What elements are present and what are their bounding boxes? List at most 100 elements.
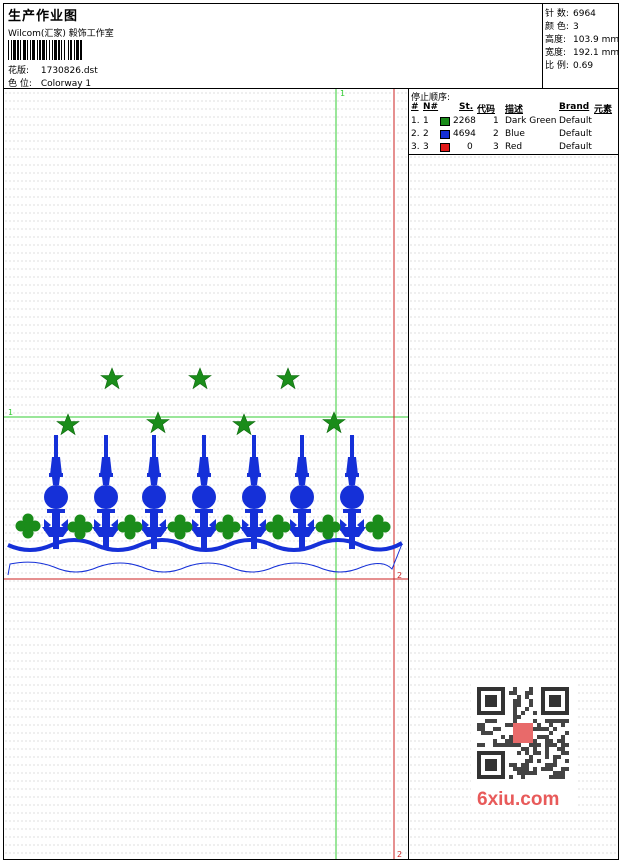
qr-module <box>561 739 565 743</box>
qr-module <box>537 751 541 755</box>
qr-module <box>493 727 497 731</box>
barcode-bar <box>74 40 75 60</box>
company-name: Wilcom(汇家) 毅饰工作室 <box>8 29 114 39</box>
row-num: 3. <box>411 142 420 152</box>
stat-colors-value: 3 <box>573 22 579 32</box>
qr-module <box>489 719 493 723</box>
qr-module <box>561 775 565 779</box>
row-code: 1 <box>493 116 499 126</box>
qr-module <box>545 763 549 767</box>
qr-module <box>509 763 513 767</box>
qr-module <box>505 739 509 743</box>
qr-module <box>513 703 517 707</box>
qr-module <box>561 771 565 775</box>
barcode-bar <box>70 40 72 60</box>
qr-module <box>545 727 549 731</box>
barcode-bar <box>13 40 16 60</box>
qr-finder <box>485 695 497 707</box>
qr-module <box>529 687 533 691</box>
qr-module <box>521 747 525 751</box>
pattern-row: 花版: 1730826.dst <box>8 63 98 76</box>
color-swatch <box>440 143 450 152</box>
qr-module <box>549 719 553 723</box>
qr-module <box>553 727 557 731</box>
qr-module <box>513 763 517 767</box>
table-row[interactable]: 1. 1 2268 1 Dark Green Default <box>409 116 618 129</box>
qr-module <box>557 747 561 751</box>
qr-module <box>541 735 545 739</box>
table-row[interactable]: 2. 2 4694 2 Blue Default <box>409 129 618 142</box>
qr-module <box>513 699 517 703</box>
qr-module <box>537 759 541 763</box>
color-swatch <box>440 117 450 126</box>
qr-module <box>557 719 561 723</box>
qr-module <box>493 719 497 723</box>
qr-module <box>533 711 537 715</box>
qr-module <box>549 775 553 779</box>
star-row <box>56 367 346 435</box>
qr-module <box>481 723 485 727</box>
qr-module <box>545 719 549 723</box>
qr-module <box>549 763 553 767</box>
qr-module <box>533 743 537 747</box>
header-needle: N# <box>423 102 439 112</box>
qr-module <box>489 731 493 735</box>
qr-module <box>525 767 529 771</box>
qr-module <box>537 743 541 747</box>
qr-module <box>565 731 569 735</box>
qr-module <box>517 751 521 755</box>
header-panel: 生产作业图 Wilcom(汇家) 毅饰工作室 花版: 1730826.dst 色… <box>3 3 619 89</box>
stat-height-value: 103.9 mm <box>573 35 620 45</box>
guide-label-right: 2 <box>397 571 402 580</box>
barcode-bar <box>58 40 60 60</box>
barcode-bar <box>17 40 19 60</box>
barcode-bar <box>42 40 45 60</box>
qr-module <box>513 715 517 719</box>
qr-module <box>529 759 533 763</box>
qr-module <box>525 763 529 767</box>
qr-module <box>533 751 537 755</box>
qr-module <box>533 739 537 743</box>
row-desc: Blue <box>505 129 525 139</box>
stat-width: 宽度: 192.1 mm <box>545 45 619 58</box>
barcode-bar <box>76 40 79 60</box>
qr-module <box>513 767 517 771</box>
row-needle: 3 <box>423 142 429 152</box>
stat-stitches-label: 针 数: <box>545 9 569 19</box>
qr-module <box>525 695 529 699</box>
barcode-bar <box>46 40 47 60</box>
pattern-value: 1730826.dst <box>40 66 98 76</box>
design-canvas[interactable]: 1 1 2 2 <box>3 88 409 860</box>
qr-module <box>517 767 521 771</box>
qr-module <box>549 723 553 727</box>
qr-module <box>561 743 565 747</box>
guide-label-top: 1 <box>340 89 345 98</box>
qr-module <box>493 743 497 747</box>
stat-scale-label: 比 例: <box>545 61 569 71</box>
table-row[interactable]: 3. 3 0 3 Red Default <box>409 142 618 155</box>
qr-module <box>525 759 529 763</box>
qr-module <box>509 723 513 727</box>
barcode-bar <box>64 40 65 60</box>
qr-module <box>557 739 561 743</box>
qr-module <box>521 767 525 771</box>
row-num: 2. <box>411 129 420 139</box>
stat-colors: 颜 色: 3 <box>545 19 579 32</box>
qr-module <box>521 711 525 715</box>
barcode-bar <box>80 40 82 60</box>
qr-module <box>525 691 529 695</box>
qr-module <box>525 771 529 775</box>
qr-module <box>529 699 533 703</box>
qr-module <box>513 743 517 747</box>
row-needle: 1 <box>423 116 429 126</box>
qr-module <box>509 691 513 695</box>
qr-module <box>565 751 569 755</box>
qr-module <box>565 719 569 723</box>
qr-module <box>501 743 505 747</box>
barcode-bar <box>20 40 21 60</box>
qr-module <box>529 703 533 707</box>
tower-row <box>42 435 366 549</box>
qr-module <box>545 751 549 755</box>
qr-module <box>553 775 557 779</box>
qr-module <box>525 751 529 755</box>
